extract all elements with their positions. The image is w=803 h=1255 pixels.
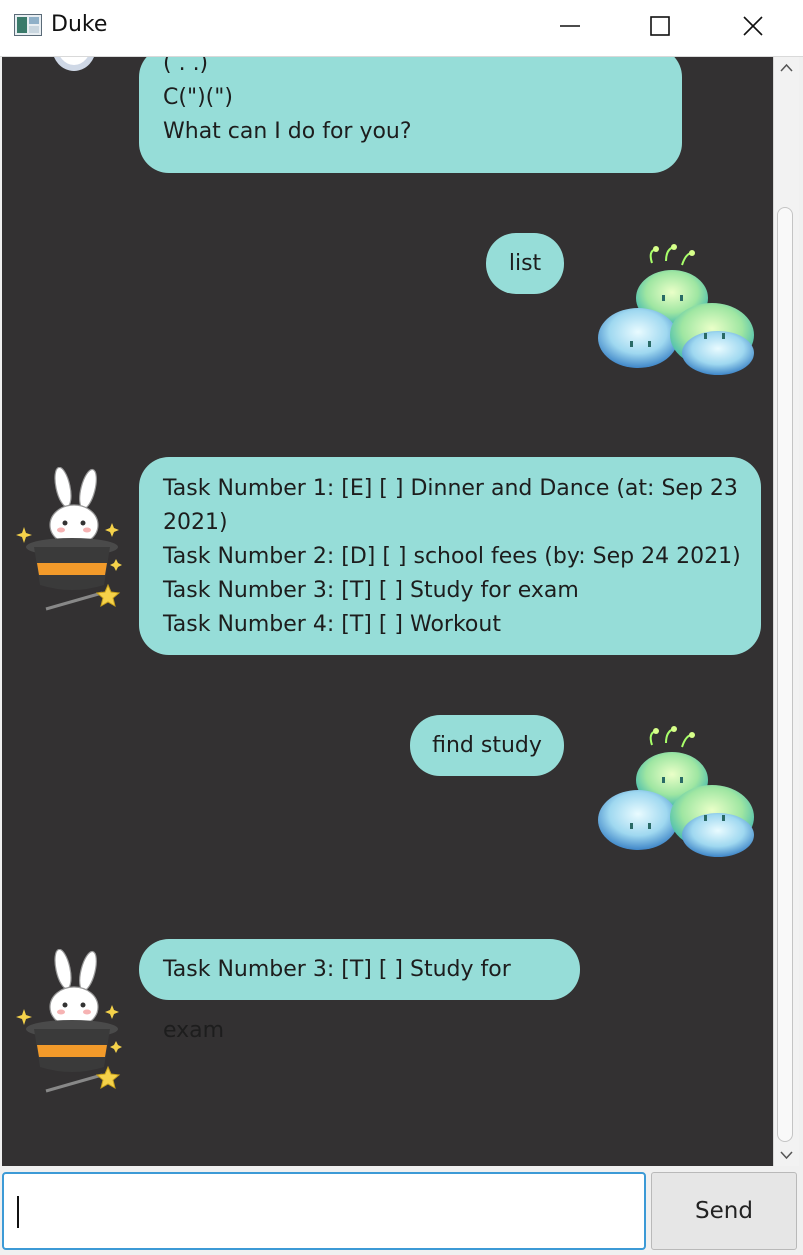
scrollbar-thumb[interactable] [777, 207, 793, 1142]
message-line: Task Number 2: [D] [ ] school fees (by: … [163, 544, 741, 569]
message-line: Task Number 4: [T] [ ] Workout [163, 612, 501, 637]
scroll-down-button[interactable] [774, 1144, 799, 1166]
message-line: list [508, 251, 542, 276]
chevron-up-icon [780, 63, 793, 72]
duke-message: Task Number 3: [T] [ ] Study for exam [139, 939, 580, 1043]
scroll-up-button[interactable] [774, 57, 799, 79]
chat-area[interactable]: ( . .) C(")(") What can I do for you? .c… [2, 57, 773, 1166]
message-line: C(")(") [163, 85, 233, 110]
slime-pile-icon [598, 244, 754, 375]
minimize-button[interactable] [524, 0, 616, 56]
maximize-button[interactable] [614, 0, 706, 56]
duke-message: ( . .) C(")(") What can I do for you? [139, 57, 682, 173]
maximize-icon [650, 16, 670, 36]
vertical-scrollbar[interactable] [773, 57, 799, 1166]
message-line: Task Number 3: [T] [ ] Study for exam [163, 578, 579, 603]
message-line: Task Number 1: [E] [ ] Dinner and Dance … [163, 476, 738, 501]
message-line: find study [432, 733, 542, 758]
text-caret [17, 1196, 19, 1228]
close-icon [743, 16, 763, 36]
user-message: list [486, 233, 564, 294]
message-line: What can I do for you? [163, 119, 412, 144]
user-message: find study [410, 715, 564, 776]
chevron-down-icon [780, 1151, 793, 1160]
bunny-in-hat-icon [16, 467, 122, 611]
message-line: Task Number 3: [T] [ ] Study for exam [163, 957, 511, 1043]
message-line: ( . .) [163, 57, 209, 76]
title-bar: Duke [0, 0, 803, 57]
duke-message: Task Number 1: [E] [ ] Dinner and Dance … [139, 457, 761, 655]
app-icon [14, 14, 42, 36]
message-line: 2021) [163, 510, 228, 535]
minimize-icon [560, 25, 580, 27]
slime-pile-icon [598, 726, 754, 857]
close-button[interactable] [707, 0, 799, 56]
window-title: Duke [51, 12, 108, 37]
message-input[interactable] [2, 1172, 646, 1250]
bunny-in-hat-icon [16, 949, 122, 1093]
bunny-in-hat-icon [54, 57, 94, 71]
send-button[interactable]: Send [651, 1172, 797, 1250]
